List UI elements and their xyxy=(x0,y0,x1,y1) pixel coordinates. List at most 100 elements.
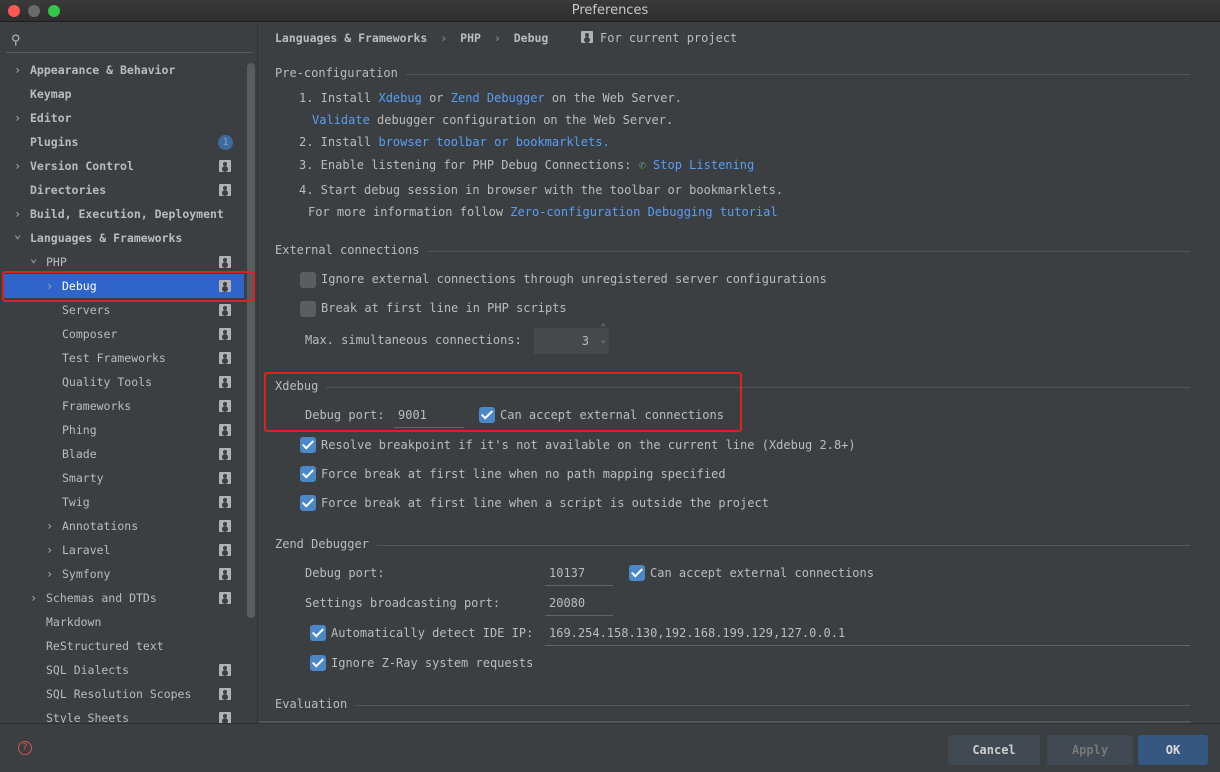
project-icon xyxy=(219,544,231,556)
sidebar-item-composer[interactable]: Composer xyxy=(4,322,244,346)
sidebar-item-label: Editor xyxy=(30,111,72,125)
sidebar-item-label: Build, Execution, Deployment xyxy=(30,207,224,221)
project-icon xyxy=(219,688,231,700)
breadcrumb-item[interactable]: PHP xyxy=(460,31,481,45)
breadcrumb: Languages & Frameworks › PHP › Debug xyxy=(275,31,549,45)
sidebar-item-symfony[interactable]: › Symfony xyxy=(4,562,244,586)
project-icon xyxy=(219,352,231,364)
broadcast-port-input[interactable]: 20080 xyxy=(545,590,613,616)
sidebar-item-build-execution-deployment[interactable]: › Build, Execution, Deployment xyxy=(4,202,244,226)
sidebar-item-blade[interactable]: Blade xyxy=(4,442,244,466)
zend-accept-external-checkbox[interactable] xyxy=(629,565,645,581)
sidebar-item-markdown[interactable]: Markdown xyxy=(4,610,244,634)
sidebar-item-test-frameworks[interactable]: Test Frameworks xyxy=(4,346,244,370)
sidebar-scrollbar[interactable] xyxy=(247,63,255,618)
preconfig-step-4: 4. Start debug session in browser with t… xyxy=(299,183,784,197)
sidebar-item-frameworks[interactable]: Frameworks xyxy=(4,394,244,418)
sidebar-item-appearance-behavior[interactable]: › Appearance & Behavior xyxy=(4,58,244,82)
chevron-right-icon[interactable]: › xyxy=(30,586,37,610)
sidebar-item-version-control[interactable]: › Version Control xyxy=(4,154,244,178)
detect-ide-ip-label: Automatically detect IDE IP: xyxy=(331,626,534,640)
chevron-down-icon[interactable]: ⌄ xyxy=(14,222,21,246)
chevron-right-icon[interactable]: › xyxy=(14,58,21,82)
zoom-window-button[interactable] xyxy=(48,5,60,17)
force-break-no-path-checkbox[interactable] xyxy=(300,466,316,482)
zend-port-input[interactable]: 10137 xyxy=(545,560,613,586)
search-icon: ⚲ xyxy=(11,33,21,48)
update-count-badge: 1 xyxy=(218,135,233,150)
zend-port-label: Debug port: xyxy=(305,566,385,580)
project-icon xyxy=(219,472,231,484)
project-icon xyxy=(219,184,231,196)
ignore-external-checkbox[interactable] xyxy=(300,272,316,288)
phone-icon: ✆ xyxy=(638,158,646,172)
zend-debugger-link[interactable]: Zend Debugger xyxy=(451,91,545,105)
chevron-right-icon[interactable]: › xyxy=(14,154,21,178)
sidebar-item-plugins[interactable]: Plugins 1 xyxy=(4,130,244,154)
sidebar-item-label: Smarty xyxy=(62,471,104,485)
project-icon xyxy=(219,376,231,388)
broadcast-port-label: Settings broadcasting port: xyxy=(305,596,501,610)
ignore-zray-checkbox[interactable] xyxy=(310,655,326,671)
sidebar-item-label: Twig xyxy=(62,495,90,509)
force-break-outside-checkbox[interactable] xyxy=(300,495,316,511)
sidebar-item-languages-frameworks[interactable]: ⌄ Languages & Frameworks xyxy=(4,226,244,250)
stepper-arrows-icon: ⌃ ⌄ xyxy=(600,323,606,345)
sidebar-item-schemas-and-dtds[interactable]: › Schemas and DTDs xyxy=(4,586,244,610)
ide-ip-input[interactable]: 169.254.158.130,192.168.199.129,127.0.0.… xyxy=(545,620,1190,646)
window-title: Preferences xyxy=(571,3,649,18)
sidebar-item-sql-dialects[interactable]: SQL Dialects xyxy=(4,658,244,682)
highlight-box-xdebug xyxy=(264,372,742,432)
project-icon xyxy=(219,664,231,676)
sidebar-item-smarty[interactable]: Smarty xyxy=(4,466,244,490)
chevron-right-icon[interactable]: › xyxy=(14,106,21,130)
detect-ide-ip-checkbox[interactable] xyxy=(310,625,326,641)
validate-link[interactable]: Validate xyxy=(312,113,370,127)
sidebar-item-twig[interactable]: Twig xyxy=(4,490,244,514)
chevron-right-icon[interactable]: › xyxy=(46,538,53,562)
help-icon[interactable]: ? xyxy=(18,741,32,755)
sidebar-item-label: SQL Dialects xyxy=(46,663,130,677)
force-break-no-path-label: Force break at first line when no path m… xyxy=(321,467,726,481)
stop-listening-link[interactable]: Stop Listening xyxy=(653,158,754,172)
max-connections-stepper[interactable]: 3 ⌃ ⌄ xyxy=(534,323,609,354)
sidebar-item-sql-resolution-scopes[interactable]: SQL Resolution Scopes xyxy=(4,682,244,706)
minimize-window-button[interactable] xyxy=(28,5,40,17)
browser-toolbar-link[interactable]: browser toolbar or bookmarklets. xyxy=(378,135,609,149)
breadcrumb-item[interactable]: Languages & Frameworks xyxy=(275,31,427,45)
sidebar-item-label: Plugins xyxy=(30,135,79,149)
sidebar-item-label: Composer xyxy=(62,327,118,341)
sidebar-item-label: ReStructured text xyxy=(46,639,164,653)
title-bar: Preferences xyxy=(0,0,1220,22)
apply-button[interactable]: Apply xyxy=(1047,735,1133,765)
ok-button[interactable]: OK xyxy=(1138,735,1208,765)
tutorial-link[interactable]: Zero-configuration Debugging tutorial xyxy=(510,205,777,219)
break-first-line-checkbox[interactable] xyxy=(300,301,316,317)
sidebar-item-restructured-text[interactable]: ReStructured text xyxy=(4,634,244,658)
sidebar-item-label: Test Frameworks xyxy=(62,351,166,365)
sidebar-item-label: Markdown xyxy=(46,615,102,629)
close-window-button[interactable] xyxy=(8,5,20,17)
chevron-right-icon[interactable]: › xyxy=(46,562,53,586)
sidebar-item-quality-tools[interactable]: Quality Tools xyxy=(4,370,244,394)
sidebar-item-label: Blade xyxy=(62,447,97,461)
sidebar-item-keymap[interactable]: Keymap xyxy=(4,82,244,106)
settings-search-input[interactable]: ⚲ xyxy=(6,29,252,53)
sidebar-item-phing[interactable]: Phing xyxy=(4,418,244,442)
chevron-down-icon[interactable]: ⌄ xyxy=(30,246,37,270)
chevron-right-icon[interactable]: › xyxy=(46,514,53,538)
section-external-connections: External connections xyxy=(275,243,1190,259)
cancel-button[interactable]: Cancel xyxy=(948,735,1040,765)
sidebar-item-directories[interactable]: Directories xyxy=(4,178,244,202)
preconfig-validate: Validate debugger configuration on the W… xyxy=(312,113,674,127)
xdebug-link[interactable]: Xdebug xyxy=(378,91,421,105)
sidebar-item-annotations[interactable]: › Annotations xyxy=(4,514,244,538)
resolve-breakpoint-checkbox[interactable] xyxy=(300,437,316,453)
project-icon xyxy=(581,31,593,43)
highlight-box-debug xyxy=(2,271,255,302)
sidebar-item-editor[interactable]: › Editor xyxy=(4,106,244,130)
project-icon xyxy=(219,448,231,460)
sidebar-item-laravel[interactable]: › Laravel xyxy=(4,538,244,562)
project-icon xyxy=(219,304,231,316)
project-icon xyxy=(219,424,231,436)
